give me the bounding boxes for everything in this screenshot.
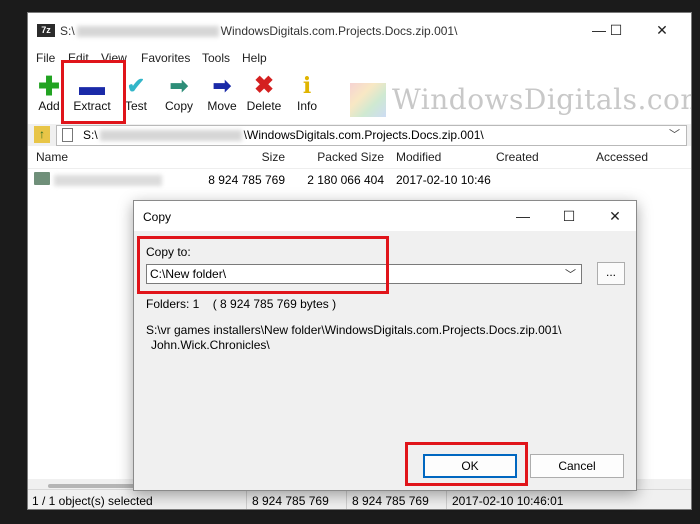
status-size: 8 924 785 769 <box>252 494 329 508</box>
cancel-button[interactable]: Cancel <box>530 454 624 478</box>
status-bar: 1 / 1 object(s) selected 8 924 785 769 8… <box>28 489 691 509</box>
copy-button[interactable]: ➡ Copy <box>156 73 202 121</box>
menu-bar: File Edit View Favorites Tools Help <box>28 47 691 69</box>
destination-line-1: S:\vr games installers\New folder\Window… <box>146 323 562 337</box>
column-created[interactable]: Created <box>496 150 539 164</box>
row-size: 8 924 785 769 <box>208 173 285 187</box>
7zip-app-icon: 7z <box>37 24 55 37</box>
add-label: Add <box>38 99 60 113</box>
window-title-prefix: S:\ <box>60 24 75 38</box>
folder-up-icon[interactable]: ↑ <box>34 126 50 143</box>
menu-favorites[interactable]: Favorites <box>141 51 190 65</box>
redacted-path <box>99 130 242 142</box>
chevron-down-icon[interactable]: ﹀ <box>669 126 680 142</box>
close-button[interactable]: ✕ <box>648 19 676 41</box>
checkmark-icon: ✔ <box>126 73 146 98</box>
redacted-path <box>76 26 219 38</box>
destination-path-combobox[interactable]: C:\New folder\ ﹀ <box>146 264 582 284</box>
info-button[interactable]: i Info <box>284 73 330 121</box>
status-modified: 2017-02-10 10:46:01 <box>452 494 564 508</box>
menu-edit[interactable]: Edit <box>68 51 89 65</box>
redacted-folder-name <box>54 175 162 186</box>
column-name[interactable]: Name <box>36 150 68 164</box>
test-button[interactable]: ✔ Test <box>113 73 159 121</box>
folder-icon <box>34 172 50 185</box>
column-packed-size[interactable]: Packed Size <box>298 150 384 164</box>
address-field[interactable]: S:\ \WindowsDigitals.com.Projects.Docs.zi… <box>56 125 687 146</box>
menu-file[interactable]: File <box>36 51 55 65</box>
menu-view[interactable]: View <box>101 51 127 65</box>
folders-info: Folders: 1 ( 8 924 785 769 bytes ) <box>146 297 337 311</box>
watermark-logo: WindowsDigitals.com <box>350 80 692 118</box>
status-selected: 1 / 1 object(s) selected <box>32 494 153 508</box>
dialog-title-bar: Copy — ☐ ✕ <box>134 201 636 231</box>
destination-summary: S:\vr games installers\New folder\Window… <box>146 323 561 353</box>
delete-button[interactable]: ✖ Delete <box>241 73 287 121</box>
status-separator <box>446 490 447 509</box>
maximize-button[interactable]: ☐ <box>602 19 630 41</box>
window-title: S:\ WindowsDigitals.com.Projects.Docs.zip… <box>60 24 457 38</box>
column-headers: Name Size Packed Size Modified Created A… <box>28 146 691 169</box>
dialog-close-button[interactable]: ✕ <box>603 206 627 226</box>
address-bar: ↑ S:\ \WindowsDigitals.com.Projects.Docs.… <box>28 124 691 146</box>
address-path: S:\ \WindowsDigitals.com.Projects.Docs.zi… <box>83 128 484 142</box>
dialog-minimize-button[interactable]: — <box>511 206 535 226</box>
menu-help[interactable]: Help <box>242 51 267 65</box>
status-packed: 8 924 785 769 <box>352 494 429 508</box>
destination-line-2: John.Wick.Chronicles\ <box>151 338 270 352</box>
test-label: Test <box>124 99 147 113</box>
watermark-logo-icon <box>350 83 386 117</box>
address-prefix: S:\ <box>83 128 98 142</box>
move-button[interactable]: ➡ Move <box>199 73 245 121</box>
dialog-title: Copy <box>143 210 172 224</box>
minus-icon: ▬ <box>79 71 105 101</box>
watermark-text: WindowsDigitals.com <box>392 83 692 116</box>
row-modified: 2017-02-10 10:46 <box>396 173 491 187</box>
address-suffix: \WindowsDigitals.com.Projects.Docs.zip.0… <box>243 128 484 142</box>
ok-button[interactable]: OK <box>423 454 517 478</box>
toolbar: ✚ Add ▬ Extract ✔ Test ➡ Copy ➡ Move ✖ D… <box>28 69 691 125</box>
info-icon: i <box>302 73 312 99</box>
destination-path-value: C:\New folder\ <box>150 267 227 281</box>
copy-label: Copy <box>164 99 193 113</box>
delete-x-icon: ✖ <box>253 72 275 99</box>
copy-arrow-icon: ➡ <box>169 73 189 98</box>
chevron-down-icon[interactable]: ﹀ <box>565 266 576 282</box>
move-arrow-icon: ➡ <box>212 73 232 98</box>
move-label: Move <box>207 99 237 113</box>
delete-label: Delete <box>246 99 282 113</box>
dialog-maximize-button[interactable]: ☐ <box>557 206 581 226</box>
extract-label: Extract <box>73 99 111 113</box>
status-separator <box>346 490 347 509</box>
column-accessed[interactable]: Accessed <box>596 150 648 164</box>
menu-tools[interactable]: Tools <box>202 51 230 65</box>
status-separator <box>246 490 247 509</box>
plus-icon: ✚ <box>38 71 60 101</box>
info-label: Info <box>296 99 317 113</box>
browse-button[interactable]: ... <box>597 262 625 285</box>
add-button[interactable]: ✚ Add <box>28 71 72 121</box>
row-packed-size: 2 180 066 404 <box>307 173 384 187</box>
title-bar: 7z S:\ WindowsDigitals.com.Projects.Docs.… <box>28 13 691 47</box>
table-row[interactable]: 8 924 785 769 2 180 066 404 2017-02-10 1… <box>28 170 691 190</box>
file-icon <box>62 128 73 142</box>
copy-dialog: Copy — ☐ ✕ Copy to: C:\New folder\ ﹀ ...… <box>133 200 637 491</box>
column-modified[interactable]: Modified <box>396 150 441 164</box>
copy-to-label: Copy to: <box>146 245 191 259</box>
extract-button[interactable]: ▬ Extract <box>69 73 115 121</box>
column-size[interactable]: Size <box>228 150 285 164</box>
window-title-suffix: WindowsDigitals.com.Projects.Docs.zip.00… <box>220 24 458 38</box>
